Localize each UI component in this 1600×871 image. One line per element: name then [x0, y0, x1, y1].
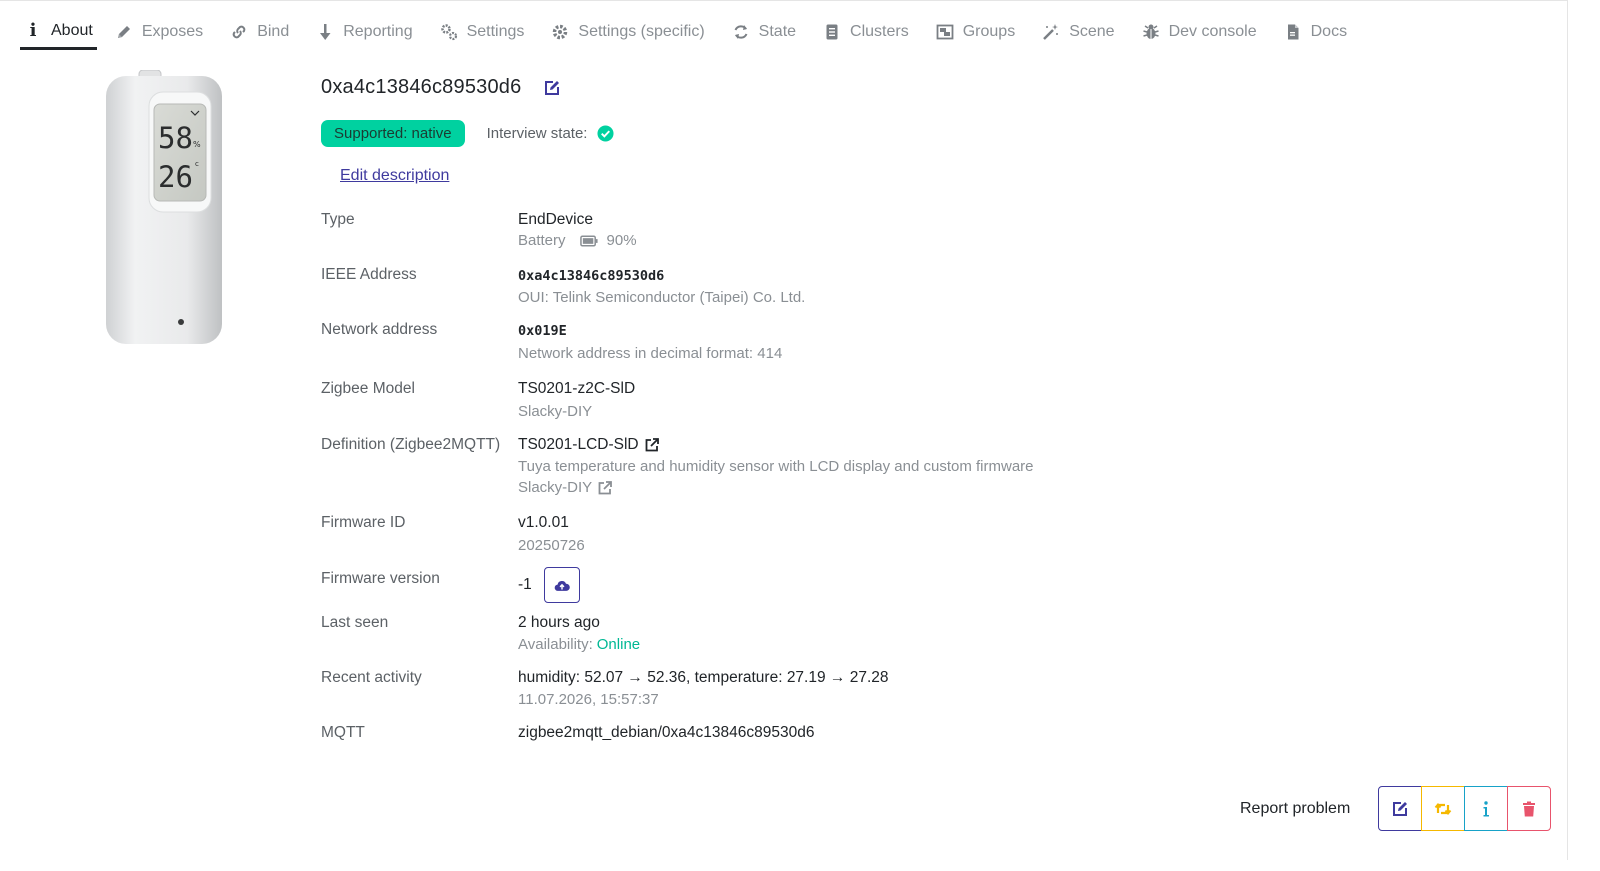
tab-label: Docs [1310, 23, 1348, 40]
detail-sub: Network address in decimal format: 414 [518, 345, 783, 362]
trash-icon [1523, 801, 1535, 816]
detail-value: EndDevice [518, 211, 593, 228]
tab-label: Exposes [141, 23, 204, 40]
tab-settings-specific[interactable]: Settings (specific) [542, 14, 713, 50]
edit-icon [1393, 801, 1407, 816]
device-actions [1378, 786, 1551, 831]
external-link-icon[interactable] [597, 480, 613, 496]
detail-label: Definition (Zigbee2MQTT) [321, 436, 501, 453]
cloud-upload-icon [554, 580, 570, 591]
tab-label: Reporting [343, 23, 413, 40]
detail-label: Firmware ID [321, 514, 406, 531]
detail-label: Last seen [321, 614, 389, 631]
link-icon [230, 23, 248, 41]
tab-exposes[interactable]: Exposes [106, 14, 212, 50]
availability-label: Availability: [518, 636, 593, 653]
object-group-icon [936, 23, 954, 41]
power-source: Battery [518, 232, 566, 249]
detail-value: -1 [518, 576, 532, 593]
support-badge: Supported: native [321, 120, 465, 147]
lcd-humidity-unit: % [193, 140, 201, 149]
file-icon [1284, 23, 1302, 41]
battery-icon [579, 234, 599, 247]
external-link-icon[interactable] [644, 437, 660, 453]
lcd-temperature: 26 [158, 160, 193, 194]
vendor-link[interactable]: Slacky-DIY [518, 479, 592, 496]
tab-label: Settings [466, 23, 525, 40]
pencil-icon [115, 23, 133, 41]
lcd-humidity: 58 [158, 121, 193, 155]
arrow-down-icon [316, 23, 334, 41]
detail-value: TS0201-z2C-SlD [518, 380, 636, 397]
refresh-icon [732, 23, 750, 41]
tab-docs[interactable]: Docs [1275, 14, 1356, 50]
magic-wand-icon [1042, 23, 1060, 41]
detail-label: Network address [321, 321, 438, 338]
detail-label: Zigbee Model [321, 380, 415, 397]
bug-icon [1142, 23, 1160, 41]
detail-sub: 11.07.2026, 15:57:37 [518, 691, 659, 708]
device-title: 0xa4c13846c89530d6 [321, 76, 522, 98]
interview-button[interactable] [1464, 786, 1508, 831]
detail-sub: Slacky-DIY [518, 403, 593, 420]
tab-bind[interactable]: Bind [221, 14, 298, 50]
tab-label: About [51, 21, 93, 39]
detail-label: IEEE Address [321, 266, 417, 283]
tab-label: State [758, 23, 797, 40]
rename-button[interactable] [1378, 786, 1422, 831]
tab-groups[interactable]: Groups [927, 14, 1024, 50]
tab-label: Scene [1069, 23, 1115, 40]
tab-dev-console[interactable]: Dev console [1133, 14, 1266, 50]
interview-state: Interview state: [487, 125, 615, 142]
retweet-icon [1434, 802, 1452, 815]
availability-status: Online [596, 636, 641, 653]
detail-label: Recent activity [321, 669, 422, 686]
edit-icon[interactable] [543, 79, 561, 97]
device-image: 58 % 26 c [105, 69, 225, 346]
report-problem-button[interactable]: Report problem [1240, 800, 1350, 818]
tab-label: Settings (specific) [578, 23, 705, 40]
tab-state[interactable]: State [723, 14, 805, 50]
detail-value: 0xa4c13846c89530d6 [518, 268, 665, 284]
tab-clusters[interactable]: Clusters [814, 14, 918, 50]
detail-value: humidity: 52.07 → 52.36, temperature: 27… [518, 669, 889, 686]
lcd-temperature-unit: c [195, 160, 199, 168]
check-circle-icon [597, 125, 615, 142]
reconfigure-button[interactable] [1421, 786, 1465, 831]
interview-label: Interview state: [486, 125, 588, 142]
tab-label: Clusters [850, 23, 909, 40]
device-tabs: i About Exposes Bind Reporting Settings … [20, 14, 1365, 52]
list-icon [823, 23, 841, 41]
remove-button[interactable] [1507, 786, 1551, 831]
info-icon [1483, 800, 1489, 816]
detail-sub: 20250726 [518, 537, 585, 554]
detail-value: v1.0.01 [518, 514, 569, 531]
detail-label: MQTT [321, 724, 365, 741]
info-icon: i [29, 20, 37, 41]
definition-link[interactable]: TS0201-LCD-SlD [518, 436, 639, 454]
edit-description-link[interactable]: Edit description [340, 167, 449, 185]
battery-level: 90% [606, 232, 637, 249]
tab-label: Groups [962, 23, 1016, 40]
check-update-button[interactable] [543, 567, 580, 603]
gears-icon [440, 23, 458, 41]
tab-scene[interactable]: Scene [1033, 14, 1123, 50]
detail-value: 0x019E [518, 323, 567, 339]
tab-settings[interactable]: Settings [431, 14, 534, 50]
detail-value: zigbee2mqtt_debian/0xa4c13846c89530d6 [518, 724, 815, 741]
detail-value: 2 hours ago [518, 614, 600, 631]
detail-sub: Tuya temperature and humidity sensor wit… [518, 458, 1034, 475]
gear-icon [551, 23, 569, 41]
detail-label: Type [321, 211, 355, 228]
detail-sub: OUI: Telink Semiconductor (Taipei) Co. L… [518, 289, 806, 306]
tab-label: Bind [257, 23, 290, 40]
detail-label: Firmware version [321, 570, 440, 587]
tab-label: Dev console [1168, 23, 1257, 40]
tab-about[interactable]: i About [20, 14, 97, 50]
tab-reporting[interactable]: Reporting [307, 14, 421, 50]
